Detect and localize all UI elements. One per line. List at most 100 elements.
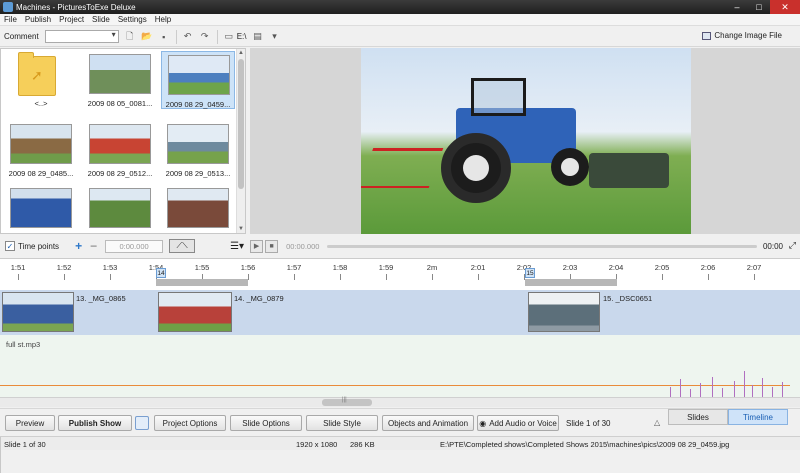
play-button[interactable]: ▶ [250, 239, 264, 253]
add-keypoint-icon[interactable]: + [75, 239, 82, 253]
file-caption: 2009 08 29_0513... [165, 169, 231, 178]
quad-bike [589, 153, 669, 188]
file-thumb[interactable]: ➚ <..> [4, 51, 78, 109]
comment-label: Comment [4, 32, 39, 41]
status-file-path: E:\PTE\Completed shows\Completed Shows 2… [440, 440, 730, 449]
timeline-ruler[interactable]: 1:51 1:52 1:53 1:54 1:55 1:56 1:57 1:58 … [0, 258, 800, 290]
file-thumb[interactable] [83, 185, 157, 233]
file-thumb[interactable]: 2009 08 29_0485... [4, 121, 78, 179]
scroll-up-icon[interactable]: ▲ [238, 50, 244, 56]
tick-label: 2:05 [654, 263, 670, 272]
file-thumb[interactable] [4, 185, 78, 233]
view-mode-icon[interactable]: ▤ [251, 31, 263, 43]
slide-label: 14. _MG_0879 [234, 294, 284, 303]
status-separator [0, 437, 1, 449]
time-points-checkbox[interactable]: ✓ [5, 241, 15, 251]
close-button[interactable]: ✕ [770, 0, 800, 14]
tick-label: 1:52 [56, 263, 72, 272]
thumb-image [10, 124, 72, 164]
toolbar: Comment 🗋 📂 ▪ ↶ ↷ ▭ E:\ ▤ ▾ Change Image… [0, 27, 800, 47]
transition-band[interactable] [156, 279, 248, 286]
scroll-down-icon[interactable]: ▼ [238, 226, 244, 232]
menu-settings[interactable]: Settings [114, 15, 151, 24]
tick-mark [18, 274, 19, 280]
stop-button[interactable]: ■ [265, 239, 279, 253]
preview-button[interactable]: Preview [5, 415, 55, 431]
dropdown-arrow-icon[interactable]: ▾ [268, 31, 280, 43]
thumb-image [89, 124, 151, 164]
publish-options-icon[interactable] [135, 416, 149, 430]
minimize-button[interactable]: – [726, 0, 748, 14]
tick-mark [662, 274, 663, 280]
waveform-bar [712, 377, 713, 397]
browser-scrollbar[interactable]: ▲ ▼ [236, 49, 245, 233]
slide-marker-15[interactable]: 15 [525, 268, 535, 278]
maximize-button[interactable]: □ [748, 0, 770, 14]
slide-marker-14[interactable]: 14 [156, 268, 166, 278]
waveform-bar [670, 387, 671, 397]
thumb-image [168, 55, 230, 95]
add-audio-button[interactable]: ◉ Add Audio or Voice [477, 415, 559, 431]
menu-publish[interactable]: Publish [21, 15, 55, 24]
slide-thumb-15[interactable] [528, 292, 600, 332]
comment-combo[interactable] [44, 30, 119, 43]
tractor-cab [471, 78, 526, 116]
tick-label: 1:57 [286, 263, 302, 272]
tick-mark [708, 274, 709, 280]
timeline-scrollbar[interactable] [0, 397, 800, 407]
slide-thumb-14[interactable] [158, 292, 232, 332]
seek-bar[interactable] [327, 244, 758, 248]
tick-label: 1:59 [378, 263, 394, 272]
thumb-image [167, 124, 229, 164]
thumb-image [89, 54, 151, 94]
drive-label[interactable]: E:\ [237, 32, 247, 41]
new-file-icon[interactable]: 🗋 [124, 31, 136, 43]
publish-show-button[interactable]: Publish Show [58, 415, 132, 431]
tick-label: 1:55 [194, 263, 210, 272]
audio-track[interactable]: full st.mp3 [0, 335, 800, 397]
file-browser: ➚ <..> 2009 08 05_0081... 2009 08 29_045… [0, 48, 246, 234]
curve-toggle-button[interactable]: ⟋⟍ [169, 239, 196, 253]
thumb-image [167, 188, 229, 228]
thumb-image [89, 188, 151, 228]
tick-label: 1:56 [240, 263, 256, 272]
menu-project[interactable]: Project [55, 15, 88, 24]
transition-band[interactable] [525, 279, 617, 286]
collapse-triangle-icon[interactable]: △ [654, 418, 660, 427]
menu-slide[interactable]: Slide [88, 15, 114, 24]
status-resolution: 1920 x 1080 [296, 440, 338, 449]
open-folder-icon[interactable]: 📂 [141, 31, 153, 43]
scroll-thumb[interactable] [238, 59, 244, 189]
change-image-file-button[interactable]: Change Image File [702, 31, 782, 40]
tab-slides[interactable]: Slides [668, 409, 728, 425]
file-thumb[interactable]: 2009 08 29_0513... [161, 121, 235, 179]
slide-style-button[interactable]: Slide Style [306, 415, 378, 431]
slide-preview[interactable] [250, 48, 800, 234]
tab-timeline[interactable]: Timeline [728, 409, 788, 425]
window-title: Machines - PicturesToExe Deluxe [16, 2, 136, 12]
tick-label: 2m [426, 263, 438, 272]
drive-icon[interactable]: ▭ [223, 31, 235, 43]
remove-keypoint-icon[interactable]: − [90, 239, 97, 253]
menu-hamburger-icon[interactable]: ☰▾ [230, 241, 244, 252]
file-thumb-selected[interactable]: 2009 08 29_0459... [161, 51, 235, 109]
file-thumb[interactable]: 2009 08 05_0081... [83, 51, 157, 109]
undo-icon[interactable]: ↶ [182, 31, 194, 43]
objects-animation-button[interactable]: Objects and Animation [382, 415, 474, 431]
menu-help[interactable]: Help [151, 15, 175, 24]
menu-file[interactable]: File [0, 15, 21, 24]
audio-volume-line[interactable] [0, 385, 790, 386]
save-icon[interactable]: ▪ [158, 31, 170, 43]
slide-thumb-13[interactable] [2, 292, 74, 332]
project-options-button[interactable]: Project Options [154, 415, 226, 431]
hay-tedder [361, 148, 444, 188]
preview-photo [361, 48, 691, 234]
redo-icon[interactable]: ↷ [199, 31, 211, 43]
fullscreen-icon[interactable]: ⤢ [789, 240, 796, 251]
file-thumb[interactable]: 2009 08 29_0512... [83, 121, 157, 179]
scroll-thumb[interactable] [322, 397, 372, 406]
time-input[interactable]: 0:00.000 [105, 239, 164, 253]
tick-mark [386, 274, 387, 280]
slide-options-button[interactable]: Slide Options [230, 415, 302, 431]
file-thumb[interactable] [161, 185, 235, 233]
